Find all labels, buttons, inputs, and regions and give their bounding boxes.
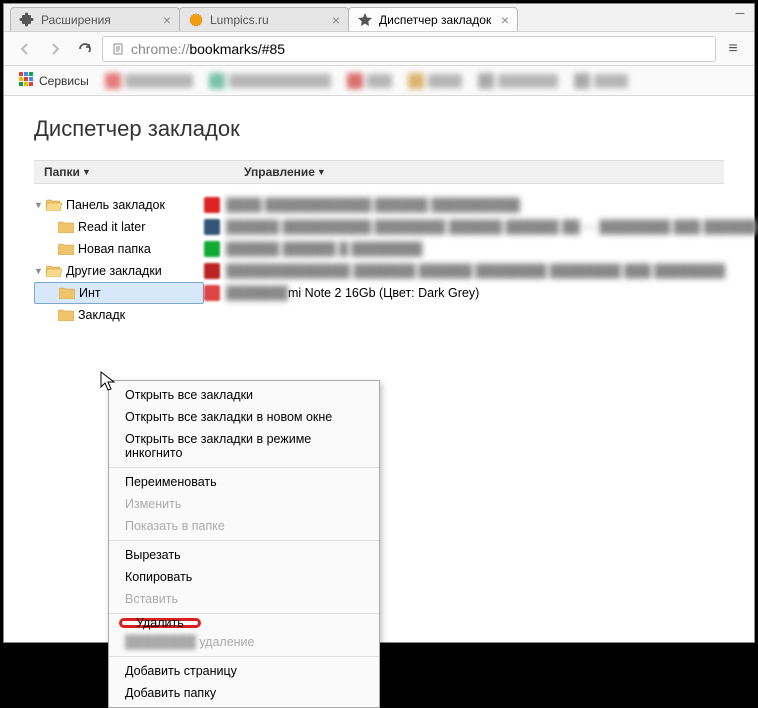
tree-node-read-it-later[interactable]: Read it later <box>34 216 204 238</box>
page-icon <box>111 42 125 56</box>
menu-show-in-folder: Показать в папке <box>109 515 379 537</box>
folders-column-header[interactable]: Папки▼ <box>34 161 234 183</box>
column-headers: Папки▼ Управление▼ <box>34 160 724 184</box>
tree-label: Инт <box>79 286 101 300</box>
menu-undo-delete: ████████ удаление <box>109 631 379 653</box>
chevron-down-icon: ▼ <box>317 167 326 177</box>
menu-paste: Вставить <box>109 588 379 610</box>
apps-icon <box>18 71 34 90</box>
tab-bookmarks-manager[interactable]: Диспетчер закладок × <box>348 7 518 31</box>
bookmark-item[interactable]: ████ <box>402 70 468 92</box>
menu-separator <box>109 540 379 541</box>
tree-label: Другие закладки <box>66 264 162 278</box>
expander-icon[interactable]: ▼ <box>34 266 44 276</box>
tab-extensions[interactable]: Расширения × <box>10 7 180 31</box>
tree-node-new-folder[interactable]: Новая папка <box>34 238 204 260</box>
menu-button[interactable]: ≡ <box>720 36 746 62</box>
tree-node-selected[interactable]: Инт <box>34 282 204 304</box>
reload-button[interactable] <box>72 36 98 62</box>
menu-open-all-new-window[interactable]: Открыть все закладки в новом окне <box>109 406 379 428</box>
apps-label: Сервисы <box>39 74 89 88</box>
apps-button[interactable]: Сервисы <box>12 70 95 92</box>
star-icon <box>357 12 373 28</box>
orange-icon <box>188 12 204 28</box>
list-item[interactable]: ██████████████ ███████ ██████ ████████ █… <box>204 260 757 282</box>
tree-label: Read it later <box>78 220 145 234</box>
tab-label: Расширения <box>41 13 111 27</box>
tree-label: Панель закладок <box>66 198 165 212</box>
url-path: bookmarks/#85 <box>189 41 285 57</box>
close-icon[interactable]: × <box>501 13 509 27</box>
menu-copy[interactable]: Копировать <box>109 566 379 588</box>
window-controls: ─ <box>726 3 754 31</box>
minimize-button[interactable]: ─ <box>726 3 754 23</box>
url-protocol: chrome:// <box>131 41 189 57</box>
manage-column-header[interactable]: Управление▼ <box>234 161 724 183</box>
close-icon[interactable]: × <box>332 13 340 27</box>
list-item[interactable]: ███████ mi Note 2 16Gb (Цвет: Dark Grey) <box>204 282 757 304</box>
bookmark-item[interactable]: ████ <box>568 70 634 92</box>
menu-open-all-incognito[interactable]: Открыть все закладки в режиме инкогнито <box>109 428 379 464</box>
tree-label: Закладк <box>78 308 125 322</box>
bookmark-list: ████ ████████████ ██████ ██████████ ████… <box>204 194 757 326</box>
tab-lumpics[interactable]: Lumpics.ru × <box>179 7 349 31</box>
forward-button[interactable] <box>42 36 68 62</box>
list-item[interactable]: ████ ████████████ ██████ ██████████ <box>204 194 757 216</box>
context-menu: Открыть все закладки Открыть все закладк… <box>108 380 380 708</box>
folder-tree: ▼ Панель закладок Read it later Новая па… <box>34 194 204 326</box>
menu-delete[interactable]: Удалить <box>119 618 201 628</box>
close-icon[interactable]: × <box>163 13 171 27</box>
tree-label: Новая папка <box>78 242 151 256</box>
page-title: Диспетчер закладок <box>34 116 724 142</box>
expander-icon[interactable]: ▼ <box>34 200 44 210</box>
chevron-down-icon: ▼ <box>82 167 91 177</box>
menu-separator <box>109 656 379 657</box>
menu-separator <box>109 613 379 614</box>
list-item[interactable]: ██████ ██████ █ ████████ <box>204 238 757 260</box>
bookmarks-bar: Сервисы ████████ ████████████ ███ ████ █… <box>4 66 754 96</box>
bookmark-item[interactable]: ████████ <box>99 70 199 92</box>
bookmark-item[interactable]: ███████ <box>472 70 564 92</box>
menu-add-folder[interactable]: Добавить папку <box>109 682 379 704</box>
browser-window: Расширения × Lumpics.ru × Диспетчер закл… <box>3 3 755 643</box>
list-item[interactable]: ██████ ██████████ ████████ ██████ ██████… <box>204 216 757 238</box>
menu-open-all[interactable]: Открыть все закладки <box>109 384 379 406</box>
bookmark-item[interactable]: ████████████ <box>203 70 337 92</box>
back-button[interactable] <box>12 36 38 62</box>
address-bar[interactable]: chrome://bookmarks/#85 <box>102 36 716 62</box>
toolbar: chrome://bookmarks/#85 ≡ <box>4 32 754 66</box>
puzzle-icon <box>19 12 35 28</box>
page-content: Диспетчер закладок Папки▼ Управление▼ ▼ … <box>4 96 754 642</box>
tree-node-bookmarks[interactable]: Закладк <box>34 304 204 326</box>
tree-node-bookmarks-bar[interactable]: ▼ Панель закладок <box>34 194 204 216</box>
bookmark-item[interactable]: ███ <box>341 70 399 92</box>
menu-cut[interactable]: Вырезать <box>109 544 379 566</box>
tree-node-other-bookmarks[interactable]: ▼ Другие закладки <box>34 260 204 282</box>
menu-rename[interactable]: Переименовать <box>109 471 379 493</box>
tab-strip: Расширения × Lumpics.ru × Диспетчер закл… <box>4 4 754 32</box>
tab-label: Lumpics.ru <box>210 13 269 27</box>
menu-edit: Изменить <box>109 493 379 515</box>
menu-add-page[interactable]: Добавить страницу <box>109 660 379 682</box>
tab-label: Диспетчер закладок <box>379 13 491 27</box>
menu-separator <box>109 467 379 468</box>
